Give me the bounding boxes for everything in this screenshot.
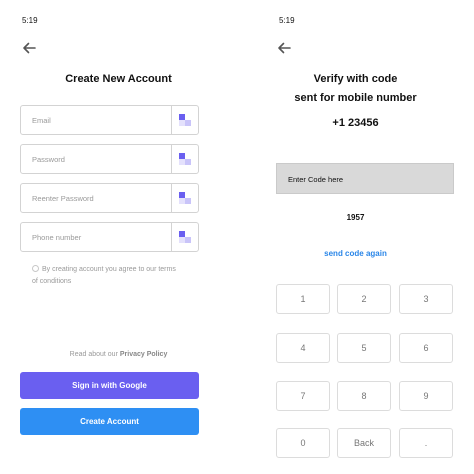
status-time: 5:19 xyxy=(279,16,295,25)
keypad-key-0[interactable]: 0 xyxy=(276,428,330,458)
back-arrow-icon[interactable] xyxy=(277,41,291,55)
back-arrow-icon[interactable] xyxy=(22,41,36,55)
privacy-prefix: Read about our xyxy=(69,351,118,358)
field-divider xyxy=(171,145,172,173)
password-field[interactable] xyxy=(20,144,199,174)
terms-radio[interactable] xyxy=(32,265,39,272)
keypad-key-9[interactable]: 9 xyxy=(399,381,453,411)
verify-title-line2: sent for mobile number xyxy=(294,92,417,104)
email-field[interactable] xyxy=(20,105,199,135)
field-status-icon xyxy=(179,153,191,165)
keypad-key-4[interactable]: 4 xyxy=(276,333,330,363)
create-account-button[interactable]: Create Account xyxy=(20,408,199,435)
keypad-key-8[interactable]: 8 xyxy=(337,381,391,411)
code-input-box[interactable]: Enter Code here xyxy=(276,163,454,194)
field-divider xyxy=(171,106,172,134)
terms-text: By creating account you agree to our ter… xyxy=(32,266,176,285)
keypad-key-7[interactable]: 7 xyxy=(276,381,330,411)
reenter-password-field[interactable] xyxy=(20,183,199,213)
privacy-policy-link[interactable]: Privacy Policy xyxy=(120,351,167,358)
field-divider xyxy=(171,223,172,251)
entered-code: 1957 xyxy=(346,213,365,222)
phone-number-input[interactable] xyxy=(21,223,171,251)
field-status-icon xyxy=(179,192,191,204)
keypad-key-3[interactable]: 3 xyxy=(399,284,453,314)
keypad-key-6[interactable]: 6 xyxy=(399,333,453,363)
page-title: Create New Account xyxy=(65,73,172,85)
keypad-key-5[interactable]: 5 xyxy=(337,333,391,363)
phone-number-display: +1 23456 xyxy=(332,117,379,129)
phone-number-field[interactable] xyxy=(20,222,199,252)
code-input-label: Enter Code here xyxy=(288,175,344,184)
reenter-password-input[interactable] xyxy=(21,184,171,212)
keypad-key-1[interactable]: 1 xyxy=(276,284,330,314)
field-divider xyxy=(171,184,172,212)
password-input[interactable] xyxy=(21,145,171,173)
keypad-dot-key[interactable]: . xyxy=(399,428,453,458)
keypad-back-key[interactable]: Back xyxy=(337,428,391,458)
field-status-icon xyxy=(179,231,191,243)
terms-agreement[interactable]: By creating account you agree to our ter… xyxy=(32,264,182,288)
verify-code-screen: 5:19 Verify with code sent for mobile nu… xyxy=(237,0,474,474)
status-time: 5:19 xyxy=(22,16,38,25)
field-status-icon xyxy=(179,114,191,126)
send-code-again-link[interactable]: send code again xyxy=(237,249,474,258)
privacy-note: Read about our Privacy Policy xyxy=(0,351,237,358)
sign-in-google-button[interactable]: Sign in with Google xyxy=(20,372,199,399)
email-input[interactable] xyxy=(21,106,171,134)
verify-title-line1: Verify with code xyxy=(313,73,398,85)
keypad-key-2[interactable]: 2 xyxy=(337,284,391,314)
create-account-screen: 5:19 Create New Account Email Phone numb… xyxy=(0,0,237,474)
